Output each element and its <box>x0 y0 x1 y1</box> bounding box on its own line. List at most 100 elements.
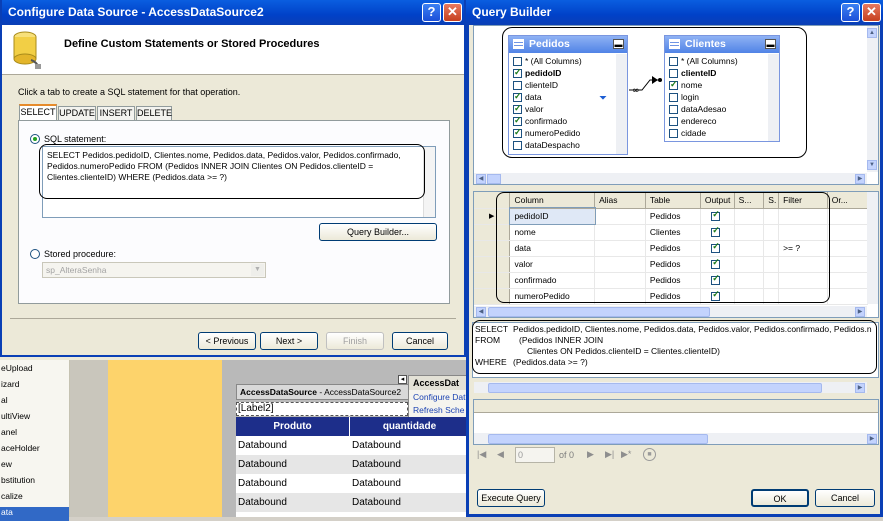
table-column-row[interactable]: login <box>665 91 779 103</box>
column-checkbox[interactable] <box>669 93 678 103</box>
diagram-vscroll[interactable] <box>867 26 878 172</box>
table-clientes-header[interactable]: Clientes ▬ <box>665 36 779 53</box>
table-pedidos[interactable]: Pedidos ▬ * (All Columns) pedidoID clienteI… <box>508 35 628 155</box>
nav-new-icon[interactable]: ▶* <box>621 449 631 460</box>
table-column-row[interactable]: nome <box>665 78 779 91</box>
nav-delete-icon[interactable]: ■ <box>643 448 656 461</box>
column-checkbox[interactable] <box>669 78 678 91</box>
column-checkbox[interactable] <box>513 57 522 67</box>
smart-tag-refresh[interactable]: Refresh Sche <box>409 404 469 416</box>
join-line-icon[interactable]: ∞ <box>628 74 663 96</box>
toolbox-item[interactable]: calize <box>0 491 23 505</box>
grid-or-cell[interactable] <box>827 224 869 241</box>
grid-or-cell[interactable] <box>827 256 869 273</box>
table-column-row[interactable]: clienteID <box>509 79 627 91</box>
grid-or-cell[interactable] <box>827 288 869 305</box>
column-checkbox[interactable] <box>513 90 522 103</box>
column-checkbox[interactable] <box>513 141 522 151</box>
tab-insert[interactable]: INSERT <box>97 106 135 120</box>
nav-prev-icon[interactable]: ◀ <box>497 449 504 460</box>
toolbox-item[interactable]: eUpload <box>0 363 33 377</box>
finish-button[interactable]: Finish <box>326 332 384 350</box>
column-checkbox[interactable] <box>513 126 522 139</box>
table-column-row[interactable]: endereco <box>665 115 779 127</box>
sql-hthumb[interactable] <box>488 383 822 393</box>
toolbox-item[interactable]: ultiView <box>0 411 30 425</box>
grid-scroll-left-icon[interactable]: ◀ <box>476 307 486 317</box>
diagram-scroll-down-icon[interactable]: ▼ <box>867 160 877 170</box>
table-clientes[interactable]: Clientes ▬ * (All Columns) clienteID nome lo… <box>664 35 780 142</box>
column-checkbox[interactable] <box>513 66 522 79</box>
tab-update[interactable]: UPDATE <box>58 106 96 120</box>
toolbox-item[interactable]: anel <box>0 427 17 441</box>
nav-position-input[interactable]: 0 <box>515 447 555 463</box>
cancel-button[interactable]: Cancel <box>392 332 448 350</box>
grid-scroll-right-icon[interactable]: ▶ <box>855 307 865 317</box>
stored-procedure-radio[interactable] <box>30 249 40 259</box>
table-column-row[interactable]: cidade <box>665 127 779 139</box>
diagram-hthumb[interactable] <box>487 174 501 184</box>
datasource-control[interactable]: AccessDataSource - AccessDataSource2 <box>236 384 411 400</box>
nav-next-icon[interactable]: ▶ <box>587 449 594 460</box>
toolbox-item[interactable]: ew <box>0 459 12 473</box>
clientes-vscroll[interactable] <box>768 54 779 141</box>
nav-last-icon[interactable]: ▶| <box>605 449 614 460</box>
diagram-scroll-up-icon[interactable]: ▲ <box>867 28 877 38</box>
sql-scroll-right-icon[interactable]: ▶ <box>855 383 865 393</box>
column-checkbox[interactable] <box>513 114 522 127</box>
pedidos-vscroll[interactable] <box>616 54 627 154</box>
grid-hthumb[interactable] <box>488 307 710 317</box>
toolbox-item[interactable]: izard <box>0 379 19 393</box>
qb-titlebar[interactable]: Query Builder ? ✕ <box>466 0 883 25</box>
table-column-row[interactable]: numeroPedido <box>509 126 627 139</box>
table-column-row[interactable]: pedidoID <box>509 66 627 79</box>
toolbox-item[interactable]: ata <box>0 507 69 521</box>
execute-query-button[interactable]: Execute Query <box>477 489 545 507</box>
help-icon[interactable]: ? <box>422 3 441 22</box>
column-checkbox[interactable] <box>669 117 678 127</box>
minimize-icon[interactable]: ▬ <box>765 39 776 49</box>
toolbox-item[interactable]: aceHolder <box>0 443 40 457</box>
column-checkbox[interactable] <box>669 69 678 79</box>
column-checkbox[interactable] <box>669 129 678 139</box>
column-checkbox[interactable] <box>669 105 678 115</box>
toolbox-item[interactable]: al <box>0 395 8 409</box>
qb-close-icon[interactable]: ✕ <box>862 3 881 22</box>
grid-or-cell[interactable] <box>827 272 869 289</box>
table-column-row[interactable]: dataDespacho <box>509 139 627 151</box>
table-column-row[interactable]: dataAdesao <box>665 103 779 115</box>
table-column-row[interactable]: confirmado <box>509 114 627 127</box>
tab-delete[interactable]: DELETE <box>136 106 172 120</box>
grid-header-cell[interactable]: Or... <box>827 192 869 209</box>
table-column-row[interactable]: clienteID <box>665 67 779 79</box>
sql-statement-radio[interactable] <box>30 134 40 144</box>
qb-help-icon[interactable]: ? <box>841 3 860 22</box>
config-titlebar[interactable]: Configure Data Source - AccessDataSource… <box>2 0 464 25</box>
qb-cancel-button[interactable]: Cancel <box>815 489 875 507</box>
column-checkbox[interactable] <box>513 81 522 91</box>
diagram-scroll-right-icon[interactable]: ▶ <box>855 174 865 184</box>
minimize-icon[interactable]: ▬ <box>613 39 624 49</box>
stored-procedure-select[interactable]: sp_AlteraSenha ▼ <box>42 262 266 278</box>
label-control[interactable]: [Label2] <box>236 402 408 416</box>
previous-button[interactable]: < Previous <box>198 332 256 350</box>
table-column-row[interactable]: valor <box>509 102 627 115</box>
table-column-row[interactable]: data <box>509 90 627 103</box>
chevron-down-icon[interactable]: ▼ <box>251 264 264 276</box>
column-checkbox[interactable] <box>513 102 522 115</box>
diagram-scroll-left-icon[interactable]: ◀ <box>476 174 486 184</box>
nav-first-icon[interactable]: |◀ <box>477 449 486 460</box>
next-button[interactable]: Next > <box>260 332 318 350</box>
ok-button[interactable]: OK <box>751 489 809 507</box>
diagram-hscroll[interactable] <box>474 173 867 184</box>
smart-tag-configure[interactable]: Configure Dat <box>409 390 469 404</box>
close-icon[interactable]: ✕ <box>443 3 462 22</box>
grid-or-cell[interactable] <box>827 208 869 225</box>
results-hthumb[interactable] <box>488 434 708 444</box>
toolbox-item[interactable]: bstitution <box>0 475 35 489</box>
smart-tag-glyph[interactable]: ◂ <box>398 375 407 384</box>
tab-select[interactable]: SELECT <box>19 104 57 120</box>
results-scroll-right-icon[interactable]: ▶ <box>867 434 877 444</box>
grid-vscroll[interactable] <box>867 192 878 304</box>
column-checkbox[interactable] <box>669 57 678 67</box>
